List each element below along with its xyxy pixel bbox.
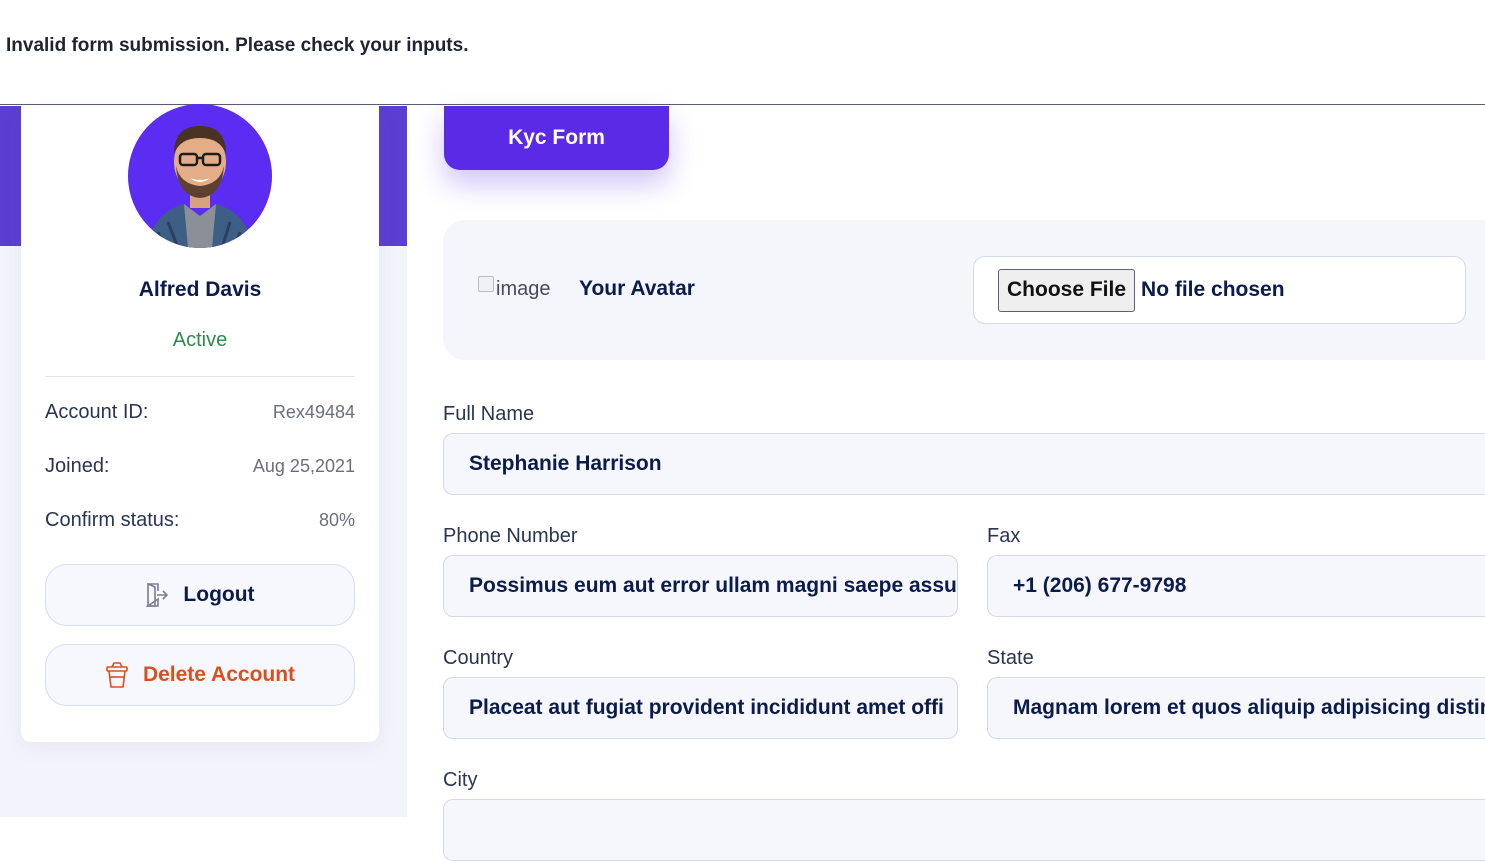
joined-row: Joined: Aug 25,2021: [45, 455, 355, 478]
profile-card: Alfred Davis Active Account ID: Rex49484…: [21, 104, 379, 742]
avatar-file-input[interactable]: Choose File No file chosen: [973, 256, 1466, 324]
account-id-value: Rex49484: [272, 402, 355, 422]
state-label: State: [987, 647, 1034, 669]
user-name: Alfred Davis: [138, 278, 262, 301]
confirm-status-row: Confirm status: 80%: [45, 509, 355, 532]
confirm-status-value: 80%: [318, 510, 355, 530]
file-status-text: No file chosen: [1141, 278, 1285, 301]
state-field[interactable]: Magnam lorem et quos aliquip adipisicing…: [987, 677, 1485, 739]
profile-divider: [45, 376, 355, 377]
full-name-label: Full Name: [443, 403, 535, 425]
alert-message: Invalid form submission. Please check yo…: [6, 35, 469, 56]
broken-image-icon: [478, 275, 494, 292]
choose-file-button[interactable]: Choose File: [998, 268, 1136, 312]
delete-account-button[interactable]: Delete Account: [45, 644, 355, 706]
user-status: Active: [172, 329, 228, 351]
country-label: Country: [443, 647, 514, 669]
phone-number-field[interactable]: Possimus eum aut error ullam magni saepe…: [443, 555, 958, 617]
avatar-preview-alt: image: [496, 278, 551, 300]
phone-number-label: Phone Number: [443, 525, 578, 547]
alert-bar: Invalid form submission. Please check yo…: [0, 0, 1485, 105]
confirm-status-label: Confirm status:: [45, 509, 180, 531]
delete-account-label: Delete Account: [142, 663, 296, 686]
city-field[interactable]: [443, 799, 1485, 861]
avatar-label: Your Avatar: [579, 277, 695, 300]
city-label: City: [443, 769, 478, 791]
trash-cup-icon: [106, 662, 128, 688]
logout-icon: [145, 582, 169, 607]
full-name-field[interactable]: Stephanie Harrison: [443, 433, 1485, 495]
logout-label: Logout: [183, 583, 255, 606]
account-id-row: Account ID: Rex49484: [45, 401, 355, 424]
joined-label: Joined:: [45, 455, 110, 477]
logout-button[interactable]: Logout: [45, 564, 355, 626]
country-field[interactable]: Placeat aut fugiat provident incididunt …: [443, 677, 958, 739]
kyc-form-area: Kyc Form image Your Avatar Choose File N…: [407, 106, 1485, 861]
avatar-preview-image: image: [478, 275, 551, 301]
person-portrait-icon: [128, 104, 272, 248]
user-avatar: [128, 104, 272, 248]
avatar-upload-panel: image Your Avatar Choose File No file ch…: [443, 220, 1485, 360]
fax-label: Fax: [987, 525, 1021, 547]
account-id-label: Account ID:: [45, 401, 149, 423]
joined-value: Aug 25,2021: [252, 456, 355, 476]
tab-kyc-form[interactable]: Kyc Form: [444, 106, 669, 170]
fax-field[interactable]: +1 (206) 677-9798: [987, 555, 1485, 617]
